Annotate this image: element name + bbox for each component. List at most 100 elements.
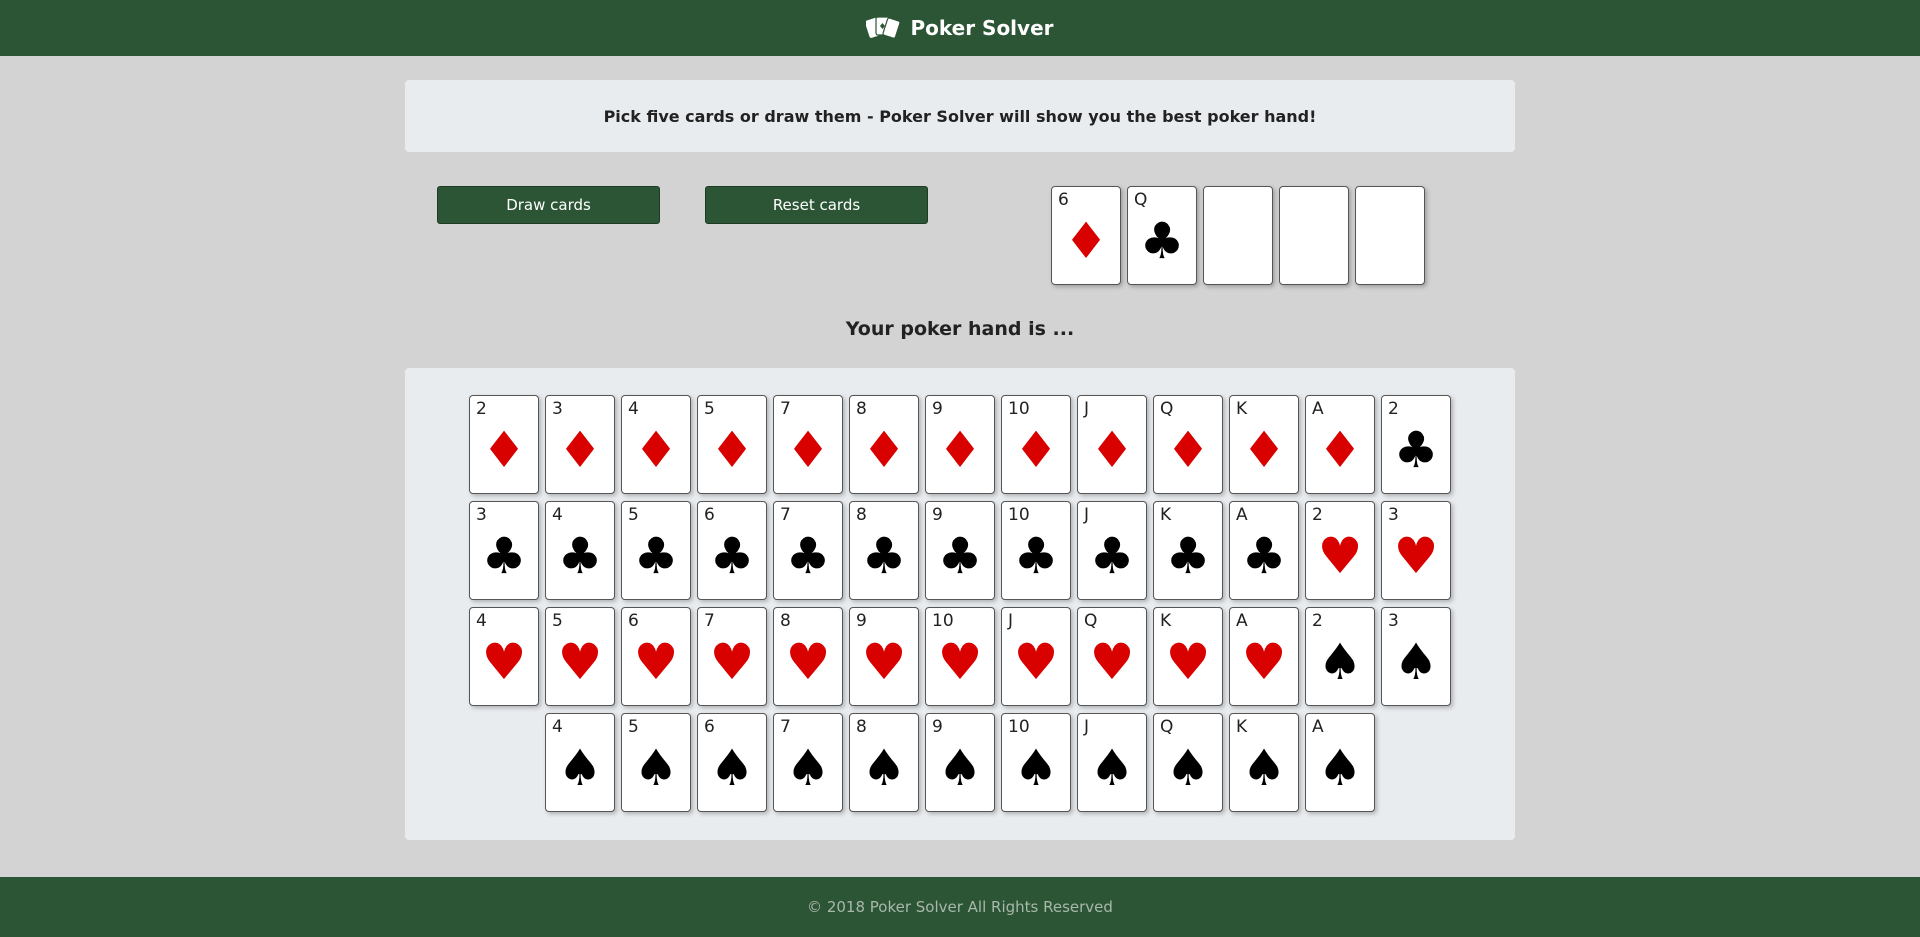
card-rank: 3 [1388,505,1399,525]
card-rank: 5 [628,717,639,737]
deck-card[interactable]: 7 ♥ [697,607,767,706]
deck-card[interactable]: 3 ♦ [545,395,615,494]
spade-icon: ♠ [1317,633,1363,692]
deck-card[interactable]: 5 ♥ [545,607,615,706]
reset-cards-button[interactable]: Reset cards [705,186,928,224]
club-icon: ♣ [1241,527,1287,586]
card-rank: 2 [1388,399,1399,419]
empty-card-slot[interactable] [1203,186,1273,285]
deck-card[interactable]: 4 ♣ [545,501,615,600]
card-rank: 7 [780,399,791,419]
club-icon: ♣ [481,527,527,586]
club-icon: ♣ [1165,527,1211,586]
card-rank: K [1160,505,1172,525]
deck-card[interactable]: K ♣ [1153,501,1223,600]
heart-icon: ♥ [785,633,831,692]
deck-card[interactable]: 8 ♦ [849,395,919,494]
diamond-icon: ♦ [557,421,603,480]
card-rank: Q [1134,190,1148,210]
deck-card[interactable]: 9 ♣ [925,501,995,600]
selected-card[interactable]: Q ♣ [1127,186,1197,285]
deck-card[interactable]: 6 ♠ [697,713,767,812]
deck-card[interactable]: 8 ♠ [849,713,919,812]
selected-card[interactable]: 6 ♦ [1051,186,1121,285]
card-rank: J [1084,717,1090,737]
deck-card[interactable]: 5 ♦ [697,395,767,494]
spade-icon: ♠ [785,739,831,798]
heart-icon: ♥ [1013,633,1059,692]
card-rank: J [1084,505,1090,525]
deck-card[interactable]: 10 ♦ [1001,395,1071,494]
heart-icon: ♥ [1317,527,1363,586]
card-rank: 7 [780,505,791,525]
club-icon: ♣ [937,527,983,586]
deck-card[interactable]: 2 ♠ [1305,607,1375,706]
deck-card[interactable]: 7 ♠ [773,713,843,812]
deck-card[interactable]: 8 ♣ [849,501,919,600]
spade-icon: ♠ [1393,633,1439,692]
card-rank: 6 [628,611,639,631]
deck-card[interactable]: Q ♥ [1077,607,1147,706]
deck-card[interactable]: 3 ♥ [1381,501,1451,600]
deck-card[interactable]: 4 ♥ [469,607,539,706]
deck-card[interactable]: A ♠ [1305,713,1375,812]
diamond-icon: ♦ [1089,421,1135,480]
deck-card[interactable]: 2 ♥ [1305,501,1375,600]
card-rank: 10 [1008,399,1030,419]
club-icon: ♣ [1013,527,1059,586]
deck-card[interactable]: J ♣ [1077,501,1147,600]
deck-card[interactable]: K ♥ [1153,607,1223,706]
deck-card[interactable]: K ♠ [1229,713,1299,812]
deck-card[interactable]: 10 ♠ [1001,713,1071,812]
deck-card[interactable]: 7 ♦ [773,395,843,494]
card-rank: 10 [1008,717,1030,737]
deck-card[interactable]: 5 ♣ [621,501,691,600]
spade-icon: ♠ [937,739,983,798]
deck-card[interactable]: 3 ♣ [469,501,539,600]
card-rank: 8 [856,505,867,525]
diamond-icon: ♦ [1317,421,1363,480]
spade-icon: ♠ [1317,739,1363,798]
deck-card[interactable]: 8 ♥ [773,607,843,706]
heart-icon: ♥ [1393,527,1439,586]
card-rank: 6 [1058,190,1069,210]
card-rank: 3 [1388,611,1399,631]
card-rank: 2 [1312,611,1323,631]
deck-card[interactable]: 9 ♥ [849,607,919,706]
deck-card[interactable]: J ♦ [1077,395,1147,494]
diamond-icon: ♦ [633,421,679,480]
deck-card[interactable]: 3 ♠ [1381,607,1451,706]
heart-icon: ♥ [709,633,755,692]
empty-card-slot[interactable] [1355,186,1425,285]
deck-card[interactable]: 6 ♥ [621,607,691,706]
heart-icon: ♥ [481,633,527,692]
deck-card[interactable]: 10 ♣ [1001,501,1071,600]
spade-icon: ♠ [1013,739,1059,798]
card-rank: 10 [1008,505,1030,525]
deck-card[interactable]: 5 ♠ [621,713,691,812]
empty-card-slot[interactable] [1279,186,1349,285]
deck-card[interactable]: 9 ♦ [925,395,995,494]
deck-card[interactable]: J ♠ [1077,713,1147,812]
deck-card[interactable]: 6 ♣ [697,501,767,600]
deck-card[interactable]: 7 ♣ [773,501,843,600]
deck-card[interactable]: 4 ♦ [621,395,691,494]
deck-card[interactable]: J ♥ [1001,607,1071,706]
draw-cards-button[interactable]: Draw cards [437,186,660,224]
deck-card[interactable]: Q ♦ [1153,395,1223,494]
deck-card[interactable]: 2 ♦ [469,395,539,494]
deck-card[interactable]: 9 ♠ [925,713,995,812]
card-rank: 2 [1312,505,1323,525]
deck-card[interactable]: A ♥ [1229,607,1299,706]
deck-card[interactable]: 10 ♥ [925,607,995,706]
deck-card[interactable]: Q ♠ [1153,713,1223,812]
diamond-icon: ♦ [937,421,983,480]
deck-card[interactable]: A ♦ [1305,395,1375,494]
deck-card[interactable]: A ♣ [1229,501,1299,600]
diamond-icon: ♦ [1241,421,1287,480]
card-rank: Q [1084,611,1098,631]
deck-card[interactable]: 4 ♠ [545,713,615,812]
hand-result-title: Your poker hand is ... [845,318,1075,340]
deck-card[interactable]: 2 ♣ [1381,395,1451,494]
deck-card[interactable]: K ♦ [1229,395,1299,494]
